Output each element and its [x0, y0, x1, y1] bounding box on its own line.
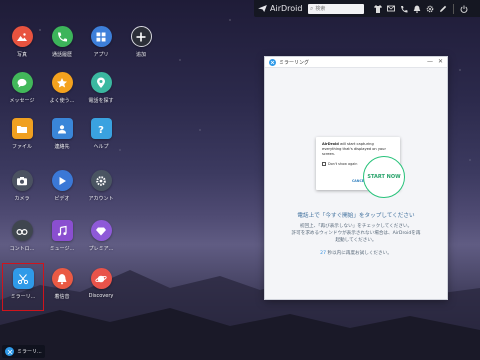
- airdroid-logo-icon: [258, 5, 267, 12]
- mirroring-window: ミラーリング — ✕ AirDroid will start capturing…: [264, 56, 448, 300]
- app-video[interactable]: ビデオ: [42, 170, 82, 202]
- contact-icon: [51, 118, 73, 139]
- app-label: 電話を探す: [88, 98, 114, 104]
- app-discovery[interactable]: Discovery: [81, 268, 121, 299]
- play-icon: [51, 170, 73, 191]
- app-contacts[interactable]: 連絡先: [42, 118, 82, 150]
- app-files[interactable]: ファイル: [2, 118, 42, 150]
- app-label: メッセージ: [9, 98, 35, 104]
- app-install[interactable]: 追加: [121, 26, 161, 58]
- toolbar-divider: [453, 3, 454, 14]
- scissors-icon: [12, 268, 34, 289]
- settings-icon[interactable]: [425, 4, 435, 14]
- app-messages[interactable]: メッセージ: [2, 72, 42, 104]
- music-icon: [51, 220, 73, 241]
- app-label: カメラ: [14, 196, 30, 202]
- image-icon: [11, 26, 33, 47]
- brand: AirDroid: [258, 4, 308, 13]
- app-label: プレミア...: [88, 246, 114, 252]
- power-icon[interactable]: [459, 4, 469, 14]
- app-label: 追加: [135, 52, 146, 58]
- retry-countdown: 27 秒以内に再度お試しください。: [320, 251, 392, 256]
- search-icon: ⌕: [310, 4, 314, 12]
- app-label: ミラーリ...: [10, 294, 36, 300]
- app-remote-control[interactable]: コントロ...: [2, 220, 42, 252]
- app-label: ヘルプ: [93, 144, 109, 150]
- location-icon: [90, 72, 112, 93]
- app-premium[interactable]: プレミア...: [81, 220, 121, 252]
- app-help[interactable]: ? ヘルプ: [81, 118, 121, 150]
- top-bar: AirDroid ⌕: [254, 0, 480, 17]
- app-music[interactable]: ミュージ...: [42, 220, 82, 252]
- checkbox-box[interactable]: [322, 161, 326, 166]
- app-label: 連絡先: [54, 144, 70, 150]
- planet-icon: [90, 268, 112, 289]
- phone-icon: [51, 26, 73, 47]
- svg-text:?: ?: [98, 125, 104, 135]
- toolbar-icons: [373, 3, 469, 14]
- help-icon: ?: [90, 118, 112, 139]
- taskbar-item-mirroring[interactable]: ミラーリ...: [2, 345, 45, 358]
- app-label: 通話履歴: [51, 52, 72, 58]
- bell-icon[interactable]: [412, 4, 422, 14]
- search-input[interactable]: [315, 4, 360, 13]
- close-button[interactable]: ✕: [438, 59, 443, 65]
- app-apps[interactable]: アプリ: [81, 26, 121, 58]
- diamond-icon: [90, 220, 112, 241]
- grid-icon: [90, 26, 112, 47]
- app-label: アカウント: [88, 196, 114, 202]
- brand-name: AirDroid: [270, 4, 303, 13]
- app-label: 着信音: [54, 294, 70, 300]
- window-titlebar[interactable]: ミラーリング — ✕: [265, 57, 447, 68]
- camera-icon: [11, 170, 33, 191]
- minimize-button[interactable]: —: [427, 59, 433, 65]
- app-notifications[interactable]: 着信音: [42, 268, 82, 300]
- app-call-log[interactable]: 通話履歴: [42, 26, 82, 58]
- window-body: AirDroid will start capturing everything…: [265, 68, 447, 300]
- scissors-icon: [5, 347, 14, 356]
- dialog-message: AirDroid will start capturing everything…: [322, 142, 386, 156]
- app-label: よく使う...: [49, 98, 75, 104]
- app-find-phone[interactable]: 電話を探す: [81, 72, 121, 104]
- app-account[interactable]: アカウント: [81, 170, 121, 202]
- app-photos[interactable]: 写真: [2, 26, 42, 58]
- phone-icon[interactable]: [399, 4, 409, 14]
- star-icon: [51, 72, 73, 93]
- message-icon[interactable]: [386, 4, 396, 14]
- folder-icon: [11, 118, 33, 139]
- instruction-text: 電話上で「今すぐ開始」をタップしてください: [297, 213, 415, 219]
- app-mirroring[interactable]: ミラーリ...: [2, 263, 44, 311]
- plus-icon: [130, 26, 152, 47]
- taskbar-label: ミラーリ...: [17, 349, 42, 355]
- app-camera[interactable]: カメラ: [2, 170, 42, 202]
- window-title: ミラーリング: [279, 59, 310, 66]
- app-label: 写真: [16, 52, 27, 58]
- app-label: アプリ: [93, 52, 109, 58]
- chat-icon: [11, 72, 33, 93]
- search-box[interactable]: ⌕: [308, 3, 364, 14]
- gear-icon: [90, 170, 112, 191]
- start-now-button[interactable]: START NOW: [367, 174, 400, 180]
- app-frequent[interactable]: よく使う...: [42, 72, 82, 104]
- start-now-highlight[interactable]: START NOW: [363, 156, 405, 198]
- bell-icon: [51, 268, 73, 289]
- app-label: ビデオ: [54, 196, 70, 202]
- app-label: Discovery: [88, 293, 114, 299]
- instruction-details: 初回上、「再び表示しない」をチェックしてください。 許可を求めるウィンドウが表示…: [291, 224, 421, 244]
- shirt-icon[interactable]: [373, 4, 383, 14]
- checkbox-label: Don't show again: [328, 161, 358, 166]
- mirroring-logo-icon: [269, 58, 276, 66]
- app-label: コントロ...: [9, 246, 35, 252]
- app-label: ファイル: [11, 144, 32, 150]
- app-label: ミュージ...: [49, 246, 75, 252]
- pen-icon[interactable]: [438, 4, 448, 14]
- binoculars-icon: [11, 220, 33, 241]
